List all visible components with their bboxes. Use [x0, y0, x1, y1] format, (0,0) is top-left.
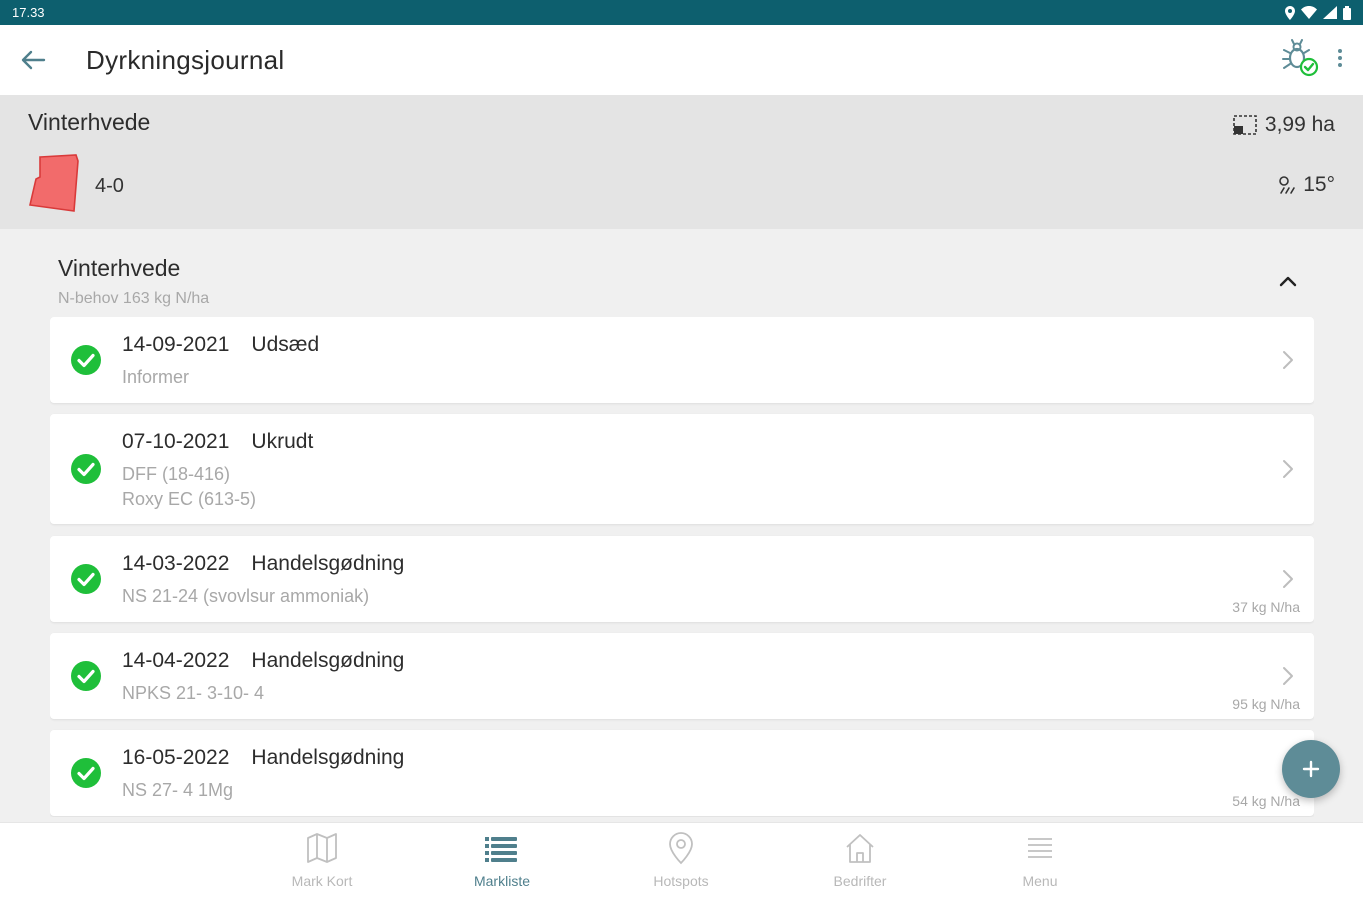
task-type: Ukrudt [251, 430, 314, 453]
task-details: DFF (18-416) Roxy EC (613-5) [122, 462, 256, 512]
page-title: Dyrkningsjournal [86, 44, 285, 75]
check-circle-icon [71, 564, 101, 594]
task-amount: 95 kg N/ha [1232, 696, 1300, 712]
bug-check-icon [1282, 38, 1319, 76]
bottom-navigation: Mark Kort Markliste Hotspots Bedrifter M… [0, 822, 1363, 900]
area-icon [1233, 115, 1257, 135]
task-detail-line: NS 27- 4 1Mg [122, 780, 234, 800]
status-time: 17.33 [12, 5, 45, 20]
home-icon [846, 834, 874, 863]
arrow-left-icon [21, 50, 46, 70]
task-amount: 54 kg N/ha [1232, 793, 1300, 809]
field-header: Vinterhvede 3,99 ha 4-0 15° [0, 95, 1363, 229]
task-type: Handelsgødning [251, 649, 405, 672]
task-heading: 07-10-2021 Ukrudt [122, 430, 313, 454]
list-icon [485, 837, 517, 862]
pest-status-button[interactable] [1281, 38, 1319, 82]
nav-item-mark-kort[interactable]: Mark Kort [262, 831, 382, 895]
nav-label: Markliste [473, 873, 530, 889]
chevron-right-icon [1283, 570, 1293, 588]
battery-icon [1343, 5, 1351, 20]
nav-label: Mark Kort [291, 873, 353, 889]
task-details: NS 27- 4 1Mg [122, 778, 233, 803]
weather-icon [1279, 176, 1296, 194]
nav-item-bedrifter[interactable]: Bedrifter [800, 831, 920, 895]
task-list: 14-09-2021 Udsæd Informer 07-10-2021 Ukr… [50, 317, 1314, 817]
app-bar-actions [1281, 38, 1363, 82]
app-bar: Dyrkningsjournal [0, 25, 1363, 95]
map-icon [307, 833, 337, 863]
task-heading: 16-05-2022 Handelsgødning [122, 746, 404, 770]
nav-label: Bedrifter [833, 873, 887, 889]
task-date: 07-10-2021 [122, 430, 230, 453]
task-heading: 14-03-2022 Handelsgødning [122, 552, 404, 576]
task-heading: 14-04-2022 Handelsgødning [122, 649, 404, 673]
task-card[interactable]: 14-03-2022 Handelsgødning NS 21-24 (svov… [50, 536, 1314, 622]
chevron-right-icon [1283, 460, 1293, 478]
task-details: Informer [122, 365, 189, 390]
chevron-right-icon [1283, 667, 1293, 685]
task-detail-line: Roxy EC (613-5) [122, 489, 257, 509]
nav-item-markliste[interactable]: Markliste [442, 831, 562, 895]
task-card[interactable]: 14-04-2022 Handelsgødning NPKS 21- 3-10-… [50, 633, 1314, 719]
plus-icon [1302, 760, 1320, 778]
task-amount: 37 kg N/ha [1232, 599, 1300, 615]
field-id: 4-0 [95, 175, 124, 197]
check-circle-icon [71, 758, 101, 788]
status-bar: 17.33 [0, 0, 1363, 25]
collapse-button[interactable] [1276, 269, 1300, 293]
nav-item-menu[interactable]: Menu [980, 831, 1100, 895]
chevron-right-icon [1283, 351, 1293, 369]
back-button[interactable] [2, 25, 64, 95]
task-date: 14-09-2021 [122, 333, 230, 356]
task-date: 14-03-2022 [122, 552, 230, 575]
task-detail-line: DFF (18-416) [122, 464, 231, 484]
check-circle-icon [71, 454, 101, 484]
task-card[interactable]: 16-05-2022 Handelsgødning NS 27- 4 1Mg 5… [50, 730, 1314, 816]
task-detail-line: Informer [122, 367, 190, 387]
task-detail-line: NPKS 21- 3-10- 4 [122, 683, 265, 703]
task-date: 16-05-2022 [122, 746, 230, 769]
add-task-button[interactable] [1282, 740, 1340, 798]
task-type: Handelsgødning [251, 552, 405, 575]
task-type: Udsæd [251, 333, 320, 356]
task-card[interactable]: 07-10-2021 Ukrudt DFF (18-416) Roxy EC (… [50, 414, 1314, 524]
field-temperature: 15° [1277, 173, 1335, 197]
nav-label: Menu [1022, 873, 1058, 889]
task-details: NS 21-24 (svovlsur ammoniak) [122, 584, 369, 609]
task-detail-line: NS 21-24 (svovlsur ammoniak) [122, 586, 370, 606]
field-area-value: 3,99 ha [1264, 113, 1335, 136]
check-circle-icon [71, 345, 101, 375]
location-icon [1285, 5, 1295, 20]
overflow-menu-button[interactable] [1337, 48, 1343, 73]
crop-section-title: Vinterhvede [58, 255, 181, 281]
nav-label: Hotspots [653, 873, 709, 889]
task-date: 14-04-2022 [122, 649, 230, 672]
field-shape-icon [29, 154, 79, 212]
wifi-icon [1301, 6, 1317, 19]
nav-item-hotspots[interactable]: Hotspots [621, 831, 741, 895]
menu-icon [1028, 838, 1052, 858]
field-crop: Vinterhvede [28, 109, 151, 135]
pin-icon [669, 832, 693, 865]
task-card[interactable]: 14-09-2021 Udsæd Informer [50, 317, 1314, 403]
check-circle-icon [71, 661, 101, 691]
signal-icon [1323, 6, 1337, 19]
status-icons [1285, 5, 1351, 20]
field-area: 3,99 ha [1233, 113, 1335, 137]
chevron-up-icon [1279, 276, 1297, 287]
task-type: Handelsgødning [251, 746, 405, 769]
task-heading: 14-09-2021 Udsæd [122, 333, 319, 357]
task-details: NPKS 21- 3-10- 4 [122, 681, 264, 706]
more-vertical-icon [1338, 48, 1342, 67]
crop-section-subtitle: N-behov 163 kg N/ha [58, 290, 210, 307]
crop-section-header[interactable]: Vinterhvede N-behov 163 kg N/ha [58, 255, 1308, 308]
field-temperature-value: 15° [1303, 173, 1335, 196]
